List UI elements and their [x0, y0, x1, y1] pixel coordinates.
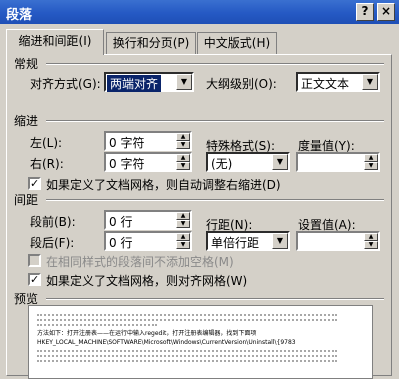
right-indent-spinner[interactable]: 0 字符 ▲ ▼: [104, 152, 192, 172]
tab-asian-typography[interactable]: 中文版式(H): [197, 32, 277, 54]
spin-up-icon[interactable]: ▲: [176, 133, 190, 141]
spin-up-icon[interactable]: ▲: [176, 212, 190, 220]
line-spacing-select[interactable]: 单倍行距 ▼: [206, 231, 290, 251]
auto-adjust-label: 如果定义了文档网格，则自动调整右缩进(D): [46, 178, 281, 192]
alignment-label: 对齐方式(G):: [30, 77, 101, 91]
snap-to-grid-checkbox[interactable]: ✓: [28, 273, 41, 286]
preview-text-line: 方法如下：打开注册表——在运行中输入regedit，打开注册表编辑器，找到下面项: [37, 330, 257, 337]
spin-up-icon[interactable]: ▲: [176, 154, 190, 162]
spin-up-icon[interactable]: ▲: [364, 154, 378, 162]
window-title: 段落: [6, 8, 33, 23]
preview-text-line: HKEY_LOCAL_MACHINE\SOFTWARE\Microsoft\Wi…: [37, 339, 296, 346]
outline-level-value: 正文文本: [301, 77, 350, 91]
preview-next-line: [37, 355, 337, 358]
outline-level-select[interactable]: 正文文本 ▼: [296, 72, 380, 92]
general-section-title: 常规: [14, 57, 39, 71]
space-before-label: 段前(B):: [30, 215, 76, 229]
space-after-spinner[interactable]: 0 行 ▲ ▼: [104, 231, 192, 251]
spin-up-icon[interactable]: ▲: [364, 233, 378, 241]
left-indent-label: 左(L):: [30, 136, 63, 150]
help-button[interactable]: ?: [356, 3, 374, 21]
outline-level-label: 大纲级别(O):: [206, 77, 277, 91]
chevron-down-icon[interactable]: ▼: [272, 233, 288, 249]
title-bar[interactable]: [0, 0, 399, 24]
auto-adjust-checkbox[interactable]: ✓: [28, 177, 41, 190]
spin-up-icon[interactable]: ▲: [176, 233, 190, 241]
indent-divider: [46, 120, 384, 122]
preview-prev-line: [37, 314, 337, 317]
spin-down-icon[interactable]: ▼: [364, 162, 378, 170]
line-spacing-value: 单倍行距: [211, 236, 260, 250]
space-after-value: 0 行: [109, 236, 133, 250]
left-indent-spinner[interactable]: 0 字符 ▲ ▼: [104, 131, 192, 151]
spin-down-icon[interactable]: ▼: [176, 241, 190, 249]
preview-divider: [46, 298, 384, 300]
no-space-same-style-label: 在相同样式的段落间不添加空格(M): [46, 255, 234, 269]
left-indent-value: 0 字符: [109, 136, 145, 150]
chevron-down-icon[interactable]: ▼: [176, 74, 192, 90]
preview-next-line: [37, 360, 337, 363]
alignment-value: 两端对齐: [107, 75, 162, 92]
right-indent-value: 0 字符: [109, 157, 145, 171]
spin-down-icon[interactable]: ▼: [176, 162, 190, 170]
spin-down-icon[interactable]: ▼: [364, 241, 378, 249]
chevron-down-icon[interactable]: ▼: [362, 74, 378, 90]
alignment-select[interactable]: 两端对齐 ▼: [104, 72, 194, 92]
right-indent-label: 右(R):: [30, 157, 64, 171]
spin-down-icon[interactable]: ▼: [176, 141, 190, 149]
special-indent-select[interactable]: (无) ▼: [206, 152, 290, 172]
preview-next-line: [37, 350, 337, 353]
space-before-value: 0 行: [109, 215, 133, 229]
space-before-spinner[interactable]: 0 行 ▲ ▼: [104, 210, 192, 230]
general-divider: [46, 63, 384, 65]
chevron-down-icon[interactable]: ▼: [272, 154, 288, 170]
special-indent-value: (无): [211, 157, 233, 171]
spacing-divider: [46, 199, 384, 201]
snap-to-grid-label: 如果定义了文档网格，则对齐网格(W): [46, 274, 248, 288]
spacing-section-title: 间距: [14, 193, 39, 207]
preview-prev-line: [37, 319, 337, 322]
preview-prev-line: [37, 324, 157, 327]
by-spinner[interactable]: ▲ ▼: [296, 152, 380, 172]
no-space-same-style-checkbox[interactable]: [28, 254, 41, 267]
tab-indents-spacing[interactable]: 缩进和间距(I): [6, 29, 104, 55]
close-button[interactable]: ×: [377, 3, 395, 21]
at-spinner[interactable]: ▲ ▼: [296, 231, 380, 251]
indent-section-title: 缩进: [14, 114, 39, 128]
preview-box: 方法如下：打开注册表——在运行中输入regedit，打开注册表编辑器，找到下面项…: [28, 305, 373, 379]
spin-down-icon[interactable]: ▼: [176, 220, 190, 228]
space-after-label: 段后(F):: [30, 236, 75, 250]
tab-line-page-breaks[interactable]: 换行和分页(P): [106, 32, 196, 54]
checkmark-icon: ✓: [30, 273, 40, 286]
checkmark-icon: ✓: [30, 177, 40, 190]
